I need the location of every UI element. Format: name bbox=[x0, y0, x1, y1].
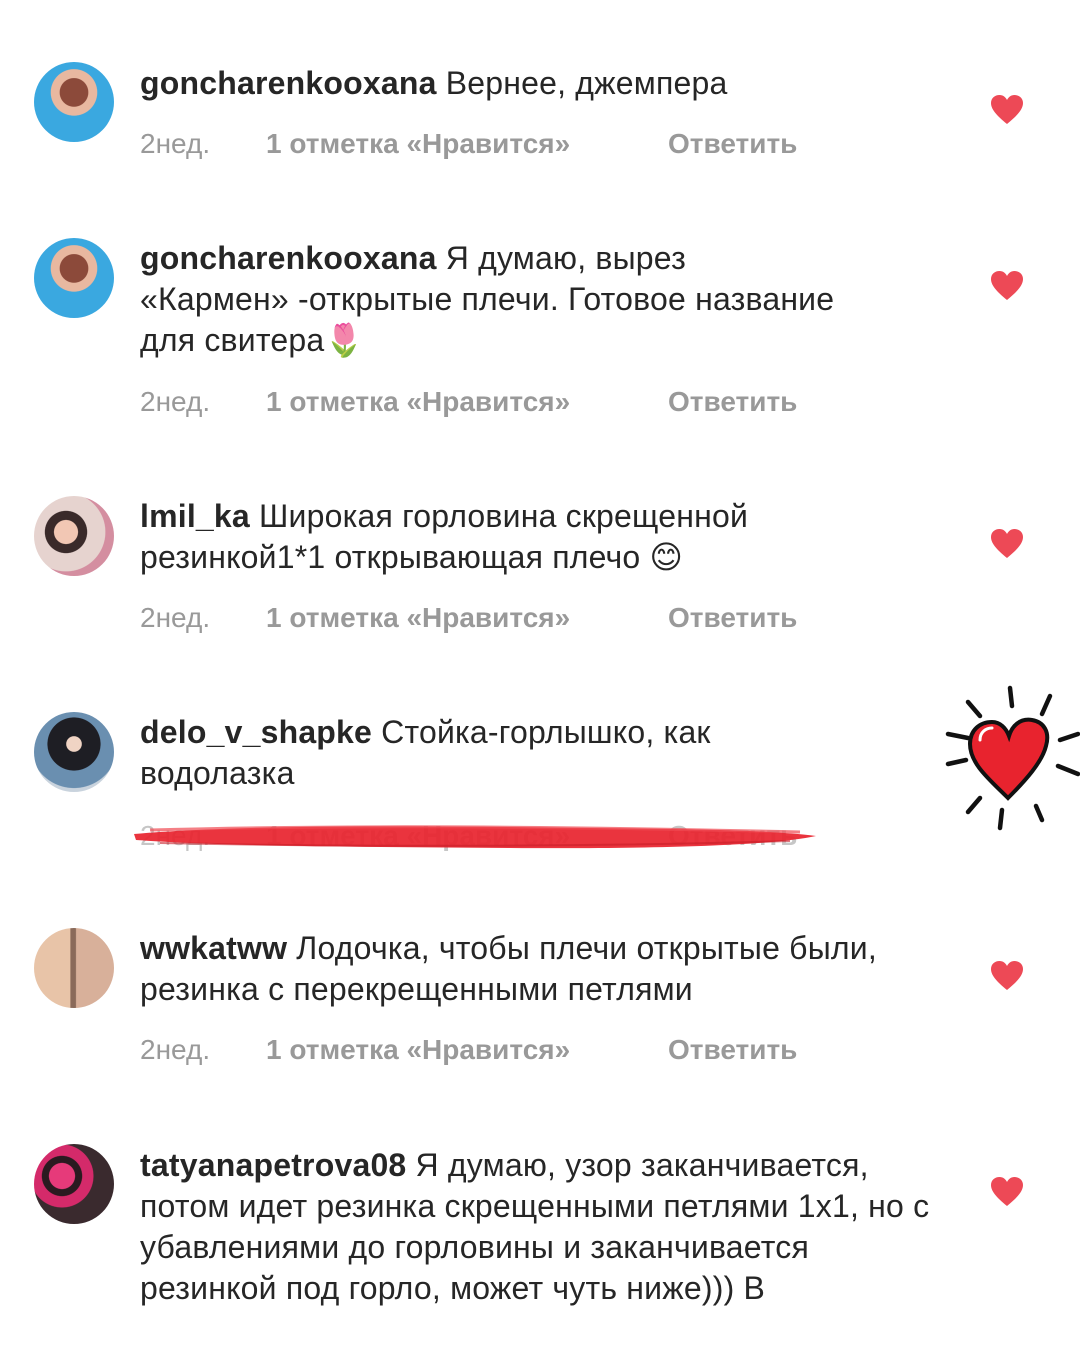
comment-username[interactable]: goncharenkooxana bbox=[140, 65, 437, 101]
comment-likes-count[interactable]: 1 отметка «Нравится» bbox=[266, 386, 570, 418]
comment-text: Вернее, джемпера bbox=[436, 65, 728, 101]
comment-meta: 2нед. 1 отметка «Нравится» Ответить bbox=[140, 128, 797, 160]
heart-icon[interactable] bbox=[990, 1176, 1024, 1208]
comment-username[interactable]: lmil_ka bbox=[140, 498, 250, 534]
smiling-emoji: 😊 bbox=[649, 539, 684, 575]
comment-likes-count[interactable]: 1 отметка «Нравится» bbox=[266, 128, 570, 160]
comment-likes-count[interactable]: 1 отметка «Нравится» bbox=[266, 602, 570, 634]
avatar[interactable] bbox=[34, 928, 114, 1008]
comment-time: 2нед. bbox=[140, 602, 211, 633]
comment-username[interactable]: wwkatww bbox=[140, 930, 287, 966]
comment-username[interactable]: delo_v_shapke bbox=[140, 714, 372, 750]
heart-icon[interactable] bbox=[990, 270, 1024, 302]
comment-body: delo_v_shapke Стойка-горлышко, как водол… bbox=[140, 712, 840, 794]
comment-username[interactable]: tatyanapetrova08 bbox=[140, 1147, 406, 1183]
reply-button[interactable]: Ответить bbox=[668, 386, 797, 418]
avatar[interactable] bbox=[34, 712, 114, 792]
avatar[interactable] bbox=[34, 238, 114, 318]
comment-time: 2нед. bbox=[140, 386, 211, 417]
comment-username[interactable]: goncharenkooxana bbox=[140, 240, 437, 276]
heart-icon[interactable] bbox=[990, 94, 1024, 126]
tulip-emoji: 🌷 bbox=[324, 322, 365, 358]
doodle-heart-icon bbox=[945, 685, 1080, 831]
comment-time: 2нед. bbox=[140, 128, 211, 159]
avatar[interactable] bbox=[34, 1144, 114, 1224]
heart-icon[interactable] bbox=[990, 960, 1024, 992]
heart-icon[interactable] bbox=[990, 528, 1024, 560]
comment-body: lmil_ka Широкая горловина скрещенной рез… bbox=[140, 496, 870, 578]
reply-button[interactable]: Ответить bbox=[668, 1034, 797, 1066]
avatar[interactable] bbox=[34, 496, 114, 576]
reply-button[interactable]: Ответить bbox=[668, 602, 797, 634]
comment-meta: 2нед. 1 отметка «Нравится» Ответить bbox=[140, 602, 797, 634]
comment-likes-count[interactable]: 1 отметка «Нравится» bbox=[266, 1034, 570, 1066]
comment-body: goncharenkooxana Я думаю, вырез «Кармен»… bbox=[140, 238, 840, 361]
comment-body: wwkatww Лодочка, чтобы плечи открытые бы… bbox=[140, 928, 940, 1010]
reply-button[interactable]: Ответить bbox=[668, 128, 797, 160]
comment-time: 2нед. bbox=[140, 1034, 211, 1065]
comment-meta: 2нед. 1 отметка «Нравится» Ответить bbox=[140, 386, 797, 418]
comment-body: tatyanapetrova08 Я думаю, узор заканчива… bbox=[140, 1145, 940, 1309]
comment-body: goncharenkooxana Вернее, джемпера bbox=[140, 63, 940, 104]
comment-meta: 2нед. 1 отметка «Нравится» Ответить bbox=[140, 1034, 797, 1066]
avatar[interactable] bbox=[34, 62, 114, 142]
red-marker-strikethrough bbox=[134, 825, 816, 849]
